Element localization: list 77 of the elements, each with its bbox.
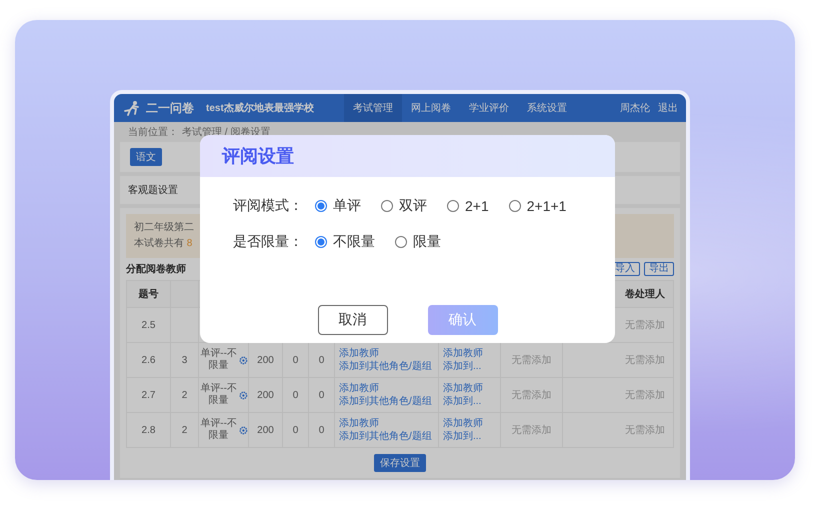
table-cell: 2.8 xyxy=(142,424,156,436)
dialog-title: 评阅设置 xyxy=(222,145,294,168)
table-cell: 200 xyxy=(257,424,274,436)
radio-button[interactable] xyxy=(447,200,459,212)
table-cell: 2.7 xyxy=(142,390,156,400)
radio-button[interactable] xyxy=(508,200,521,212)
table-cell-text: 无需添加 xyxy=(625,354,665,367)
settings-icon[interactable] xyxy=(239,356,248,364)
radio-button[interactable] xyxy=(381,200,393,212)
nav-tab[interactable]: 网上阅卷 xyxy=(402,94,460,122)
add-link[interactable]: 添加教师 xyxy=(443,382,483,395)
table-cell-text: 单评--不限量 xyxy=(199,418,238,442)
field-label: 评阅模式： xyxy=(233,197,304,215)
settings-icon[interactable] xyxy=(239,390,248,400)
radio-label: 2+1+1 xyxy=(526,198,566,214)
add-link[interactable]: 添加教师 xyxy=(443,417,483,430)
notice-text: 本试卷共有 8 xyxy=(134,237,192,251)
table-cell: 0 xyxy=(292,424,298,436)
table-cell: 0 xyxy=(292,390,298,400)
add-link[interactable]: 添加到其他角色/题组 xyxy=(339,360,432,373)
table-cell-text: 无需添加 xyxy=(512,424,552,437)
add-link[interactable]: 添加教师 xyxy=(443,347,483,360)
table-cell-text: 无需添加 xyxy=(625,388,665,402)
table-cell-text: 单评--不限量 xyxy=(199,383,238,407)
table-cell: 2.5 xyxy=(142,320,156,330)
user-name: 周杰伦 xyxy=(620,102,650,115)
table-cell: 0 xyxy=(318,424,324,436)
add-link[interactable]: 添加到... xyxy=(443,360,482,373)
add-link[interactable]: 添加教师 xyxy=(339,417,379,430)
add-link[interactable]: 添加到... xyxy=(443,395,482,408)
table-cell: 0 xyxy=(318,354,324,366)
table-cell: 3 xyxy=(182,354,188,366)
radio-button[interactable] xyxy=(315,200,327,212)
confirm-button[interactable]: 确认 xyxy=(428,305,498,335)
cancel-button[interactable]: 取消 xyxy=(318,305,388,335)
table-cell: 2 xyxy=(182,424,188,436)
table-cell: 200 xyxy=(257,354,274,366)
save-button[interactable]: 保存设置 xyxy=(374,454,426,472)
logout-link[interactable]: 退出 xyxy=(658,101,678,115)
table-cell: 0 xyxy=(318,390,324,400)
radio-label: 2+1 xyxy=(465,198,489,214)
runner-logo-icon xyxy=(122,100,142,116)
column-header: 题号 xyxy=(138,288,158,301)
nav-tab[interactable]: 系统设置 xyxy=(518,94,576,122)
radio-label: 限量 xyxy=(413,233,441,251)
add-link[interactable]: 添加到... xyxy=(443,430,482,443)
add-link[interactable]: 添加教师 xyxy=(339,347,379,360)
table-cell-text: 无需添加 xyxy=(625,424,665,437)
table-cell: 2.6 xyxy=(142,354,156,366)
subject-tab[interactable]: 语文 xyxy=(130,148,162,166)
radio-label: 不限量 xyxy=(333,233,375,251)
io-button[interactable]: 导出 xyxy=(644,262,674,276)
objective-settings-label: 客观题设置 xyxy=(128,184,178,197)
radio-label: 双评 xyxy=(399,197,427,215)
nav-tab[interactable]: 考试管理 xyxy=(344,94,402,122)
add-link[interactable]: 添加到其他角色/题组 xyxy=(339,430,432,443)
table-cell: 200 xyxy=(257,390,274,400)
app-logo-text: 二一问卷 xyxy=(146,100,194,116)
notice-text: 初二年级第二 xyxy=(134,221,194,235)
table-cell: 2 xyxy=(182,390,188,400)
field-label: 是否限量： xyxy=(233,233,304,251)
nav-tab[interactable]: 学业评价 xyxy=(460,94,518,122)
column-header: 卷处理人 xyxy=(625,288,665,301)
table-cell-text: 单评--不限量 xyxy=(199,348,238,372)
radio-label: 单评 xyxy=(333,197,361,215)
add-link[interactable]: 添加教师 xyxy=(339,382,379,395)
radio-button[interactable] xyxy=(395,236,407,248)
radio-button[interactable] xyxy=(315,236,327,248)
table-cell-text: 无需添加 xyxy=(625,318,665,332)
section-title: 分配阅卷教师 xyxy=(126,262,186,276)
table-cell-text: 无需添加 xyxy=(512,388,552,402)
table-cell-text: 无需添加 xyxy=(512,354,552,367)
settings-icon[interactable] xyxy=(239,426,248,434)
breadcrumb-label: 当前位置： xyxy=(128,126,178,139)
school-name: test杰威尔地表最强学校 xyxy=(206,102,314,115)
add-link[interactable]: 添加到其他角色/题组 xyxy=(339,395,432,408)
table-cell: 0 xyxy=(292,354,298,366)
